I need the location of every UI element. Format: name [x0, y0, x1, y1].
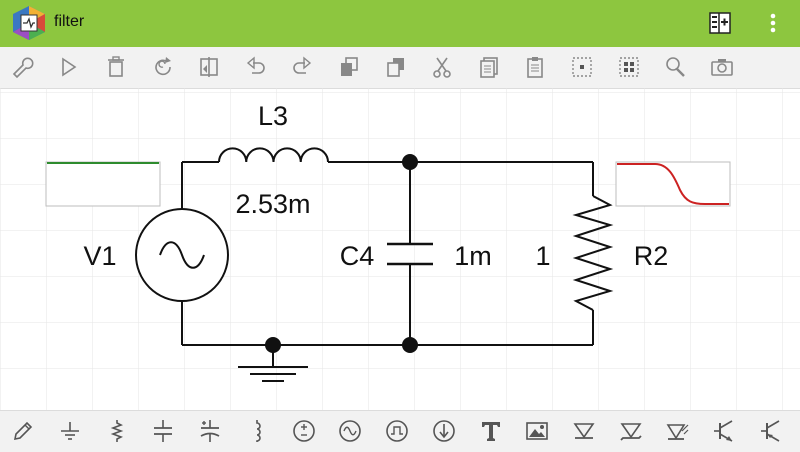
redo-icon — [293, 56, 312, 74]
flip-icon — [200, 57, 218, 77]
play-button[interactable] — [53, 47, 83, 88]
clipboard-button[interactable] — [520, 47, 550, 88]
add-ground-button[interactable] — [55, 411, 85, 452]
ac-source-icon — [339, 420, 361, 442]
paste-stack-button[interactable] — [381, 47, 411, 88]
layout-toggle-button[interactable] — [707, 10, 733, 36]
capacitor-value: 1m — [454, 241, 492, 271]
add-ac-source-button[interactable] — [335, 411, 365, 452]
add-npn-transistor-button[interactable] — [709, 411, 739, 452]
add-image-button[interactable] — [522, 411, 552, 452]
scope-frame — [615, 161, 731, 207]
resistor-value: 1 — [535, 241, 550, 271]
add-dc-source-button[interactable] — [289, 411, 319, 452]
inductor-icon — [256, 420, 261, 442]
flip-button[interactable] — [194, 47, 224, 88]
select-grid-icon — [619, 57, 639, 77]
grid-background — [0, 88, 800, 410]
more-vert-icon — [770, 13, 776, 33]
app-title: filter — [54, 13, 85, 30]
square-wave-source-icon — [386, 420, 408, 442]
layout-icon — [709, 12, 731, 34]
diode-icon — [573, 423, 595, 439]
wrench-icon — [12, 57, 34, 79]
component-palette — [0, 410, 800, 452]
image-icon — [526, 422, 548, 440]
add-diode-button[interactable] — [569, 411, 599, 452]
ground-icon — [61, 422, 79, 440]
add-square-wave-source-button[interactable] — [382, 411, 412, 452]
dc-source-icon — [293, 420, 315, 442]
edit-toolbar — [0, 47, 800, 89]
add-polarized-capacitor-button[interactable] — [195, 411, 225, 452]
redo-circle-icon — [155, 57, 171, 76]
junction-dot — [402, 337, 418, 353]
camera-icon — [711, 59, 733, 76]
duplicate-button[interactable] — [474, 47, 504, 88]
schematic-canvas[interactable]: L3 2.53m V1 C4 1m 1 R2 — [0, 88, 800, 410]
npn-transistor-icon — [714, 420, 733, 442]
select-grid-button[interactable] — [614, 47, 644, 88]
add-text-button[interactable] — [476, 411, 506, 452]
pnp-transistor-icon — [761, 420, 780, 442]
copy-stack-icon — [341, 57, 358, 76]
resistor-icon — [110, 420, 124, 442]
add-resistor-button[interactable] — [102, 411, 132, 452]
pencil-icon — [13, 421, 33, 441]
led-icon — [666, 424, 689, 440]
screenshot-button[interactable] — [707, 47, 737, 88]
scope-probe-output[interactable] — [615, 161, 731, 207]
undo-icon — [246, 56, 265, 74]
duplicate-icon — [480, 57, 498, 78]
select-dot-icon — [572, 57, 592, 77]
play-icon — [62, 57, 77, 77]
current-source-icon — [433, 420, 455, 442]
zener-diode-icon — [620, 423, 642, 441]
cut-button[interactable] — [427, 47, 457, 88]
app-bar: filter — [0, 0, 800, 47]
inductor-value: 2.53m — [235, 189, 310, 219]
capacitor-icon — [154, 420, 172, 442]
polarized-capacitor-icon — [200, 420, 220, 442]
add-pnp-transistor-button[interactable] — [756, 411, 786, 452]
zoom-icon — [666, 57, 685, 77]
scope-probe-input[interactable] — [45, 161, 161, 207]
undo-button[interactable] — [241, 47, 271, 88]
capacitor-label: C4 — [340, 241, 375, 271]
wrench-button[interactable] — [7, 47, 37, 88]
text-icon — [482, 422, 500, 441]
circuit-app-logo-icon — [12, 5, 46, 41]
add-inductor-button[interactable] — [242, 411, 272, 452]
paste-stack-icon — [387, 58, 404, 77]
redo-button[interactable] — [287, 47, 317, 88]
redo-circle-button[interactable] — [148, 47, 178, 88]
junction-dot — [265, 337, 281, 353]
delete-button[interactable] — [101, 47, 131, 88]
trash-icon — [108, 56, 124, 77]
resistor-label: R2 — [634, 241, 669, 271]
add-current-source-button[interactable] — [429, 411, 459, 452]
zoom-button[interactable] — [660, 47, 690, 88]
cut-icon — [433, 57, 451, 78]
select-point-button[interactable] — [567, 47, 597, 88]
copy-stack-button[interactable] — [334, 47, 364, 88]
clipboard-icon — [527, 57, 543, 78]
source-label: V1 — [83, 241, 116, 271]
overflow-menu-button[interactable] — [762, 10, 784, 36]
add-zener-diode-button[interactable] — [616, 411, 646, 452]
scope-frame — [45, 161, 161, 207]
draw-wire-button[interactable] — [8, 411, 38, 452]
add-capacitor-button[interactable] — [148, 411, 178, 452]
add-led-button[interactable] — [662, 411, 692, 452]
junction-dot — [402, 154, 418, 170]
inductor-label: L3 — [258, 101, 288, 131]
